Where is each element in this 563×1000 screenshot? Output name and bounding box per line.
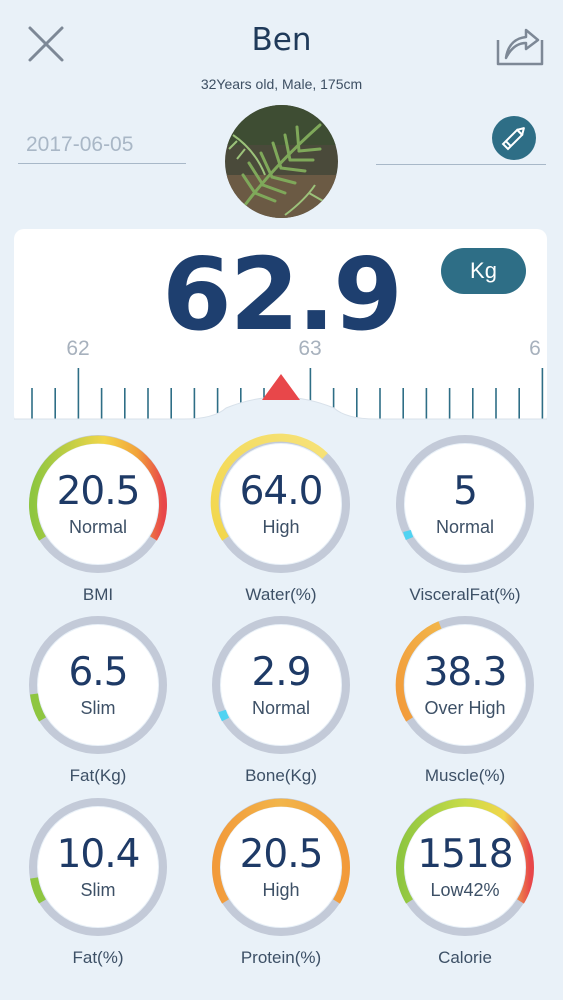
weight-marker-icon: [262, 374, 300, 400]
gauge-status: Slim: [80, 880, 116, 900]
gauge-bone[interactable]: 2.9 Normal: [210, 614, 352, 756]
gauge-status: High: [262, 517, 300, 537]
ruler-label: 63: [298, 337, 321, 360]
gauge-value: 2.9: [251, 650, 311, 695]
gauge-label: Fat(Kg): [69, 766, 127, 785]
gauge-label: Bone(Kg): [245, 766, 317, 785]
gauge-status: Normal: [435, 517, 494, 537]
weight-ruler[interactable]: 62 63 6: [14, 330, 547, 430]
date-field[interactable]: 2017-06-05: [18, 130, 186, 164]
ruler-label: 6: [529, 337, 541, 360]
share-icon: [496, 28, 544, 66]
divider: [376, 164, 546, 165]
gauge-status: High: [262, 880, 300, 900]
avatar[interactable]: [225, 105, 338, 218]
gauge-visceral-fat[interactable]: 5 Normal: [394, 433, 536, 575]
gauge-fat-percent[interactable]: 10.4 Slim: [27, 796, 169, 938]
fern-photo: [225, 105, 338, 218]
gauge-value: 5: [453, 469, 478, 514]
gauge-status: Normal: [68, 517, 127, 537]
user-name: Ben: [251, 22, 312, 58]
gauge-status: Normal: [251, 698, 310, 718]
gauge-muscle[interactable]: 38.3 Over High: [394, 614, 536, 756]
gauge-status: Over High: [424, 698, 506, 718]
gauge-calorie[interactable]: 1518 Low42%: [394, 796, 536, 938]
gauge-value: 10.4: [56, 832, 141, 877]
gauge-value: 20.5: [56, 469, 141, 514]
gauge-status: Slim: [80, 698, 116, 718]
gauge-label: Protein(%): [240, 948, 322, 967]
user-info: 32Years old, Male, 175cm: [200, 76, 363, 92]
gauge-water[interactable]: 64.0 High: [210, 433, 352, 575]
gauge-label: BMI: [82, 585, 114, 604]
gauge-label: Muscle(%): [424, 766, 506, 785]
gauge-fat-kg[interactable]: 6.5 Slim: [27, 614, 169, 756]
ruler-label: 62: [66, 337, 89, 360]
unit-toggle-button[interactable]: Kg: [441, 248, 526, 294]
gauge-value: 6.5: [68, 650, 128, 695]
gauge-label: Calorie: [438, 948, 492, 967]
edit-button[interactable]: [492, 116, 536, 160]
gauge-label: Fat(%): [72, 948, 124, 967]
gauge-status: Low42%: [430, 880, 500, 900]
gauge-value: 64.0: [239, 469, 324, 514]
gauge-label: VisceralFat(%): [409, 585, 521, 604]
gauge-bmi[interactable]: 20.5 Normal: [27, 433, 169, 575]
share-button[interactable]: [494, 18, 546, 68]
gauge-protein[interactable]: 20.5 High: [210, 796, 352, 938]
ruler-bump: [14, 397, 547, 430]
gauge-label: Water(%): [245, 585, 317, 604]
gauge-value: 1518: [417, 832, 513, 877]
gauge-value: 20.5: [239, 832, 324, 877]
gauge-value: 38.3: [423, 650, 508, 695]
pencil-icon: [501, 127, 525, 151]
